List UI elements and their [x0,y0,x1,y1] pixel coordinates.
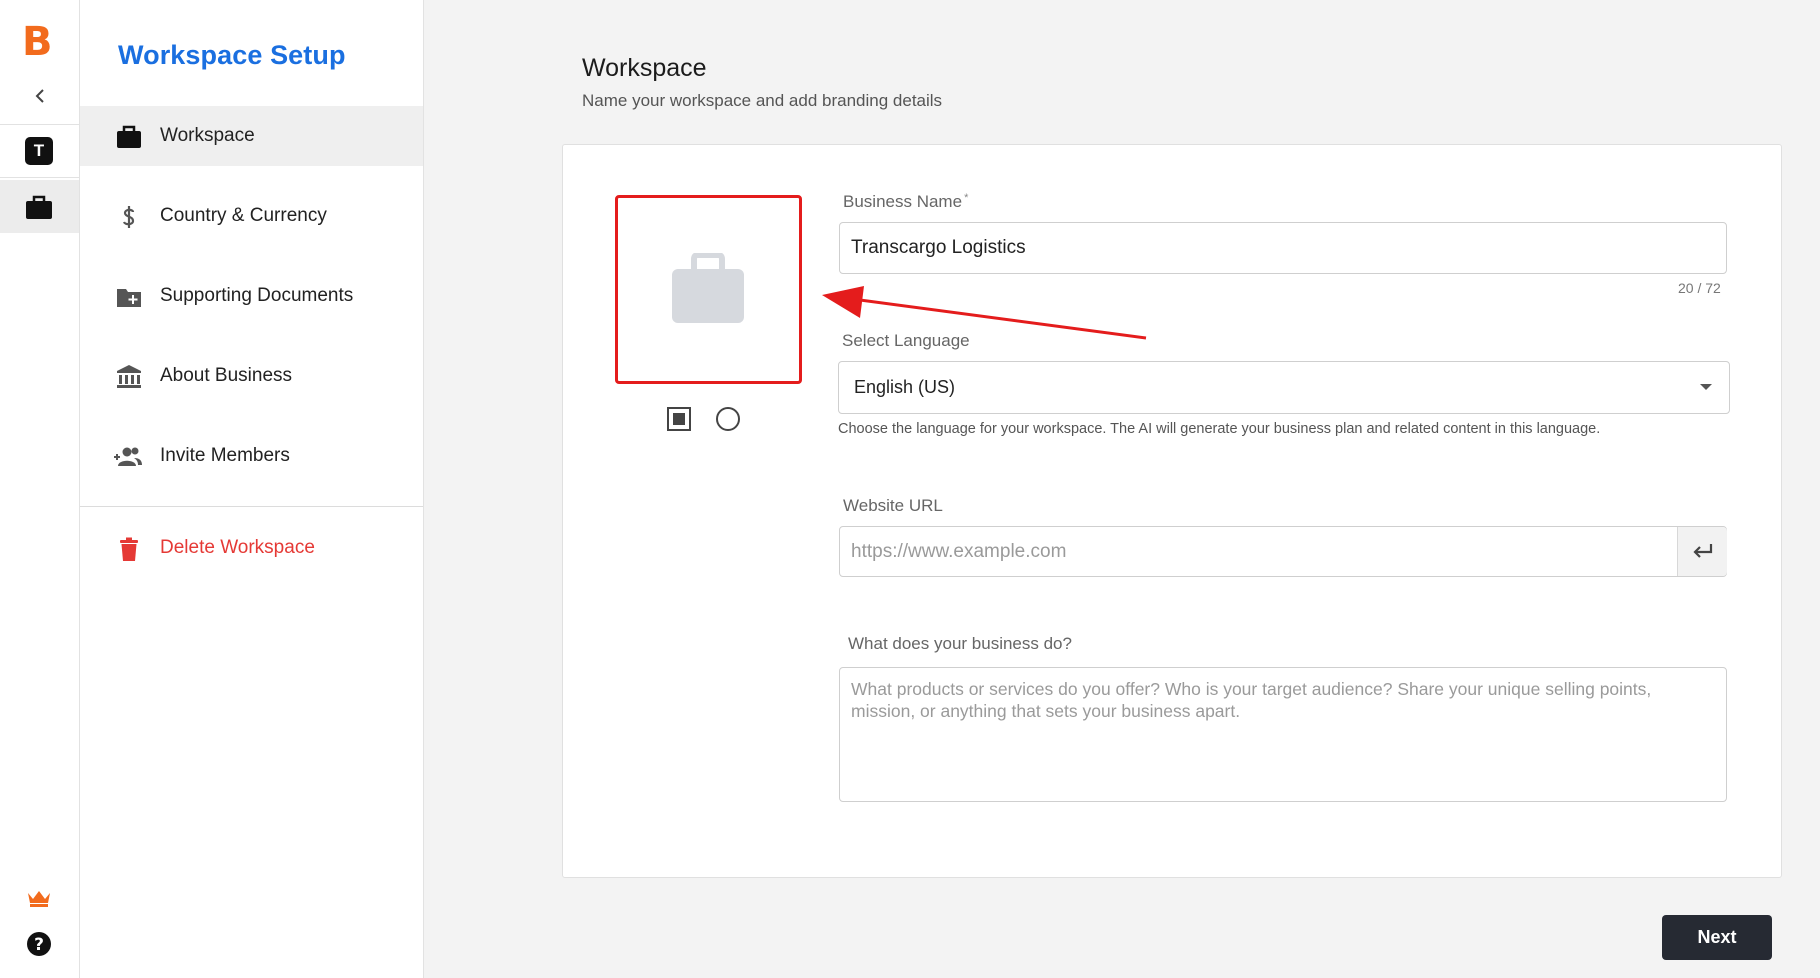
crown-icon[interactable] [26,888,52,908]
business-name-input[interactable]: Transcargo Logistics [839,222,1727,274]
svg-text:?: ? [34,935,44,955]
square-shape-radio[interactable] [666,406,692,432]
business-description-textarea[interactable]: What products or services do you offer? … [839,667,1727,802]
required-mark: * [964,192,969,204]
icon-rail: B T ? [0,0,80,978]
sidebar-divider [80,506,423,507]
language-select[interactable]: English (US) [838,361,1730,414]
sidebar-item-workspace[interactable]: Workspace [80,106,423,166]
delete-workspace-label: Delete Workspace [160,537,315,558]
delete-workspace-button[interactable]: Delete Workspace [80,518,423,578]
trash-icon [120,537,138,561]
sidebar-item-label: Invite Members [160,445,290,466]
workspace-avatar[interactable]: T [25,137,53,165]
business-name-label: Business Name * [843,192,969,211]
sidebar-item-label: About Business [160,365,293,386]
rail-divider [0,124,80,125]
sidebar-item-about-business[interactable]: About Business [80,346,423,406]
sidebar-item-invite-members[interactable]: Invite Members [80,426,423,486]
sidebar-item-label: Country & Currency [160,205,327,226]
next-button[interactable]: Next [1662,915,1772,960]
page-title: Workspace [582,54,707,82]
briefcase-icon [26,195,52,219]
add-group-icon [114,447,142,466]
sidebar-item-label: Workspace [160,125,255,146]
bank-icon [117,365,141,388]
caret-down-icon[interactable] [1699,382,1713,392]
annotation-arrow [822,286,1147,340]
circle-shape-radio[interactable] [715,406,741,432]
briefcase-icon [117,125,141,148]
website-url-input[interactable]: https://www.example.com [839,526,1727,577]
sidebar-item-country-currency[interactable]: Country & Currency [80,186,423,246]
briefcase-placeholder-icon [672,253,744,323]
dollar-icon [122,206,135,228]
language-help-text: Choose the language for your workspace. … [838,421,1601,437]
folder-plus-icon [117,289,141,307]
logo-upload[interactable] [615,195,802,384]
character-counter: 20 / 72 [1678,280,1721,296]
chevron-left-icon[interactable] [28,84,52,108]
sidebar-title: Workspace Setup [118,40,346,70]
sidebar-item-label: Supporting Documents [160,285,354,306]
brand-logo[interactable]: B [22,22,56,62]
help-icon[interactable]: ? [25,930,53,958]
business-description-label: What does your business do? [848,634,1072,653]
enter-icon [1693,544,1713,558]
rail-divider [0,177,80,178]
url-submit-button[interactable] [1677,527,1727,576]
setup-sidebar: Workspace Setup Workspace Country & Curr… [80,0,424,978]
page-subtitle: Name your workspace and add branding det… [582,91,943,110]
website-url-label: Website URL [843,496,943,515]
sidebar-item-supporting-documents[interactable]: Supporting Documents [80,266,423,326]
rail-workspace-setup[interactable] [0,180,79,233]
